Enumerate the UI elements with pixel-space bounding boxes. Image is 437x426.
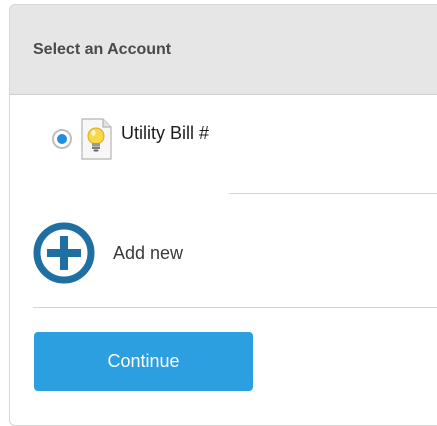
radio-selected-dot bbox=[57, 134, 67, 144]
account-option-utility-bill[interactable]: Utility Bill # bbox=[52, 118, 209, 160]
panel-header: Select an Account bbox=[10, 5, 437, 95]
divider bbox=[229, 193, 437, 194]
plus-circle-icon[interactable] bbox=[33, 222, 95, 284]
continue-button[interactable]: Continue bbox=[34, 332, 253, 391]
divider bbox=[33, 307, 437, 308]
panel-title: Select an Account bbox=[33, 40, 172, 58]
account-radio[interactable] bbox=[52, 129, 72, 149]
add-new-label[interactable]: Add new bbox=[113, 243, 183, 264]
add-new-account[interactable]: Add new bbox=[33, 222, 183, 284]
lightbulb-document-icon bbox=[81, 118, 112, 160]
account-label: Utility Bill # bbox=[121, 122, 210, 143]
